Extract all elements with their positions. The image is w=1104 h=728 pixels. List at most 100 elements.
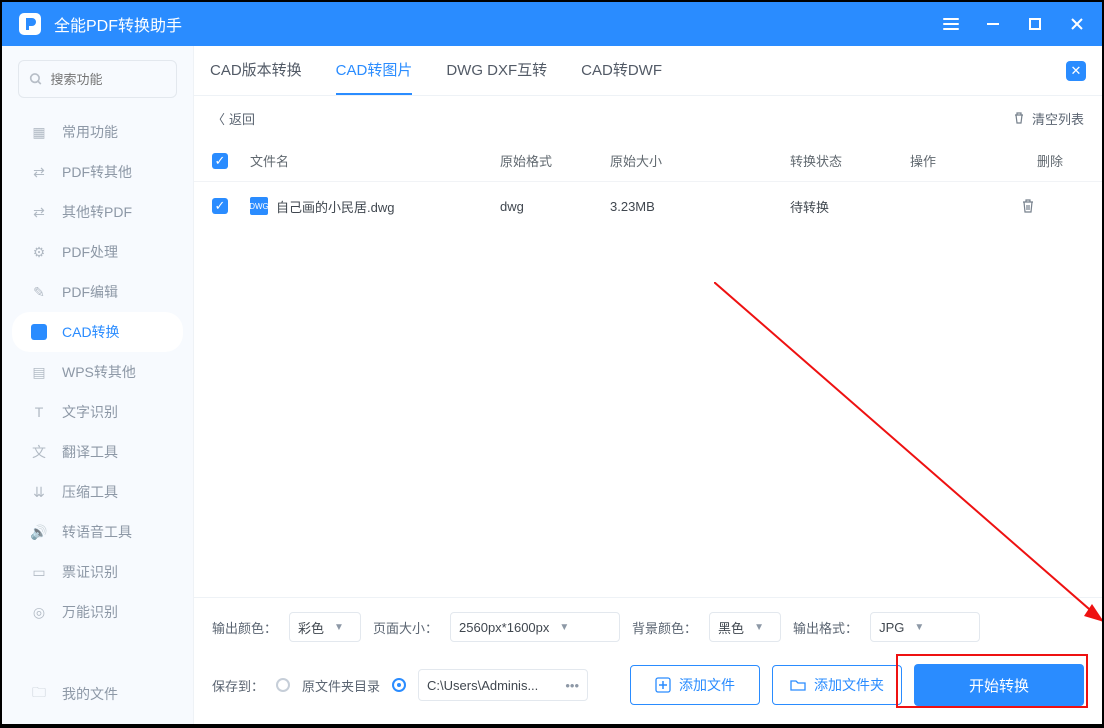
file-format: dwg: [500, 199, 610, 214]
dwg-file-icon: DWG: [250, 197, 268, 215]
table-row: ✓ DWG 自己画的小民居.dwg dwg 3.23MB 待转换: [194, 182, 1102, 230]
sidebar-item-cad[interactable]: CAD转换: [12, 312, 183, 352]
output-format-label: 输出格式：: [793, 618, 858, 637]
compress-icon: ⇊: [30, 483, 48, 501]
start-convert-button[interactable]: 开始转换: [914, 664, 1084, 706]
sidebar-item-pdf-to-other[interactable]: ⇄ PDF转其他: [2, 152, 193, 192]
close-icon[interactable]: [1066, 13, 1088, 35]
th-delete: 删除: [1020, 151, 1080, 170]
caret-down-icon: ▼: [914, 622, 924, 633]
sidebar-item-other-to-pdf[interactable]: ⇄ 其他转PDF: [2, 192, 193, 232]
process-icon: ⚙: [30, 243, 48, 261]
sidebar-item-tts[interactable]: 🔊 转语音工具: [2, 512, 193, 552]
tab-bar: CAD版本转换 CAD转图片 DWG DXF互转 CAD转DWF ✕: [194, 46, 1102, 96]
th-filename: 文件名: [250, 151, 500, 170]
translate-icon: 文: [30, 443, 48, 461]
tab-cad-to-dwf[interactable]: CAD转DWF: [581, 46, 662, 95]
sidebar: ▦ 常用功能 ⇄ PDF转其他 ⇄ 其他转PDF ⚙ PDF处理 ✎PDF编辑 CAD转…: [2, 46, 194, 724]
page-size-label: 页面大小：: [373, 618, 438, 637]
ticket-icon: ▭: [30, 563, 48, 581]
search-icon: [29, 71, 42, 87]
folder-icon: 🗀: [30, 685, 48, 703]
caret-down-icon: ▼: [754, 622, 764, 633]
sidebar-item-universal[interactable]: ◎万能识别: [2, 592, 193, 632]
delete-row-button[interactable]: [1020, 198, 1080, 214]
menu-icon[interactable]: [940, 13, 962, 35]
sidebar-item-compress[interactable]: ⇊ 压缩工具: [2, 472, 193, 512]
chevron-left-icon: 〈: [212, 109, 225, 128]
edit-icon: ✎: [30, 283, 48, 301]
sidebar-item-label: 常用功能: [62, 122, 118, 142]
folder-icon: [790, 677, 806, 693]
start-label: 开始转换: [969, 675, 1029, 696]
cad-icon: [30, 323, 48, 341]
maximize-icon[interactable]: [1024, 13, 1046, 35]
bg-color-select[interactable]: 黑色▼: [709, 612, 781, 642]
radio-origin-label: 原文件夹目录: [302, 676, 380, 695]
browse-path-button[interactable]: •••: [565, 678, 579, 693]
sidebar-item-pdf-edit[interactable]: ✎PDF编辑: [2, 272, 193, 312]
back-button[interactable]: 〈 返回: [212, 109, 255, 128]
sidebar-item-label: 转语音工具: [62, 522, 132, 542]
output-color-select[interactable]: 彩色▼: [289, 612, 361, 642]
table-header: ✓ 文件名 原始格式 原始大小 转换状态 操作 删除: [194, 140, 1102, 182]
minimize-icon[interactable]: [982, 13, 1004, 35]
app-title: 全能PDF转换助手: [54, 12, 940, 36]
titlebar: 全能PDF转换助手: [2, 2, 1102, 46]
radio-origin-folder[interactable]: [276, 678, 290, 692]
tab-cad-to-image[interactable]: CAD转图片: [336, 46, 413, 95]
add-folder-button[interactable]: 添加文件夹: [772, 665, 902, 705]
file-table: ✓ DWG 自己画的小民居.dwg dwg 3.23MB 待转换: [194, 182, 1102, 597]
row-checkbox[interactable]: ✓: [212, 198, 228, 214]
save-to-label: 保存到：: [212, 676, 264, 695]
plus-icon: [655, 677, 671, 693]
convert-icon: ⇄: [30, 163, 48, 181]
sidebar-item-ocr[interactable]: T 文字识别: [2, 392, 193, 432]
sidebar-item-common[interactable]: ▦ 常用功能: [2, 112, 193, 152]
sidebar-item-translate[interactable]: 文翻译工具: [2, 432, 193, 472]
trash-icon: [1012, 111, 1026, 125]
speaker-icon: 🔊: [30, 523, 48, 541]
sidebar-item-ticket[interactable]: ▭ 票证识别: [2, 552, 193, 592]
sub-bar: 〈 返回 清空列表: [194, 96, 1102, 140]
tab-dwg-dxf[interactable]: DWG DXF互转: [446, 46, 547, 95]
th-state: 转换状态: [790, 151, 910, 170]
close-tab-button[interactable]: ✕: [1066, 61, 1086, 81]
save-path-box[interactable]: C:\Users\Adminis... •••: [418, 669, 588, 701]
sidebar-item-label: PDF处理: [62, 242, 118, 262]
save-path-value: C:\Users\Adminis...: [427, 678, 559, 693]
clear-list-button[interactable]: 清空列表: [1012, 109, 1084, 128]
search-box[interactable]: [18, 60, 177, 98]
sidebar-item-label: 翻译工具: [62, 442, 118, 462]
convert-icon: ⇄: [30, 203, 48, 221]
back-label: 返回: [229, 109, 255, 128]
grid-icon: ▦: [30, 123, 48, 141]
add-folder-label: 添加文件夹: [814, 675, 884, 695]
sidebar-item-my-files[interactable]: 🗀我的文件: [2, 674, 193, 714]
sidebar-item-wps[interactable]: ▤ WPS转其他: [2, 352, 193, 392]
sidebar-item-label: 压缩工具: [62, 482, 118, 502]
th-size: 原始大小: [610, 151, 790, 170]
sidebar-item-label: WPS转其他: [62, 362, 136, 382]
search-input[interactable]: [50, 72, 166, 87]
radio-custom-path[interactable]: [392, 678, 406, 692]
sidebar-item-label: CAD转换: [62, 322, 120, 342]
th-format: 原始格式: [500, 151, 610, 170]
text-icon: T: [30, 403, 48, 421]
sidebar-item-pdf-process[interactable]: ⚙ PDF处理: [2, 232, 193, 272]
select-all-checkbox[interactable]: ✓: [212, 153, 228, 169]
add-file-button[interactable]: 添加文件: [630, 665, 760, 705]
sidebar-item-label: PDF转其他: [62, 162, 132, 182]
sidebar-item-label: 万能识别: [62, 602, 118, 622]
sidebar-item-label: 其他转PDF: [62, 202, 132, 222]
output-color-label: 输出颜色：: [212, 618, 277, 637]
page-size-select[interactable]: 2560px*1600px▼: [450, 612, 620, 642]
wps-icon: ▤: [30, 363, 48, 381]
sidebar-item-label: 票证识别: [62, 562, 118, 582]
sidebar-item-label: 文字识别: [62, 402, 118, 422]
tab-cad-version[interactable]: CAD版本转换: [210, 46, 302, 95]
file-state: 待转换: [790, 197, 910, 216]
app-logo-icon: [16, 10, 44, 38]
th-operate: 操作: [910, 151, 1020, 170]
output-format-select[interactable]: JPG▼: [870, 612, 980, 642]
